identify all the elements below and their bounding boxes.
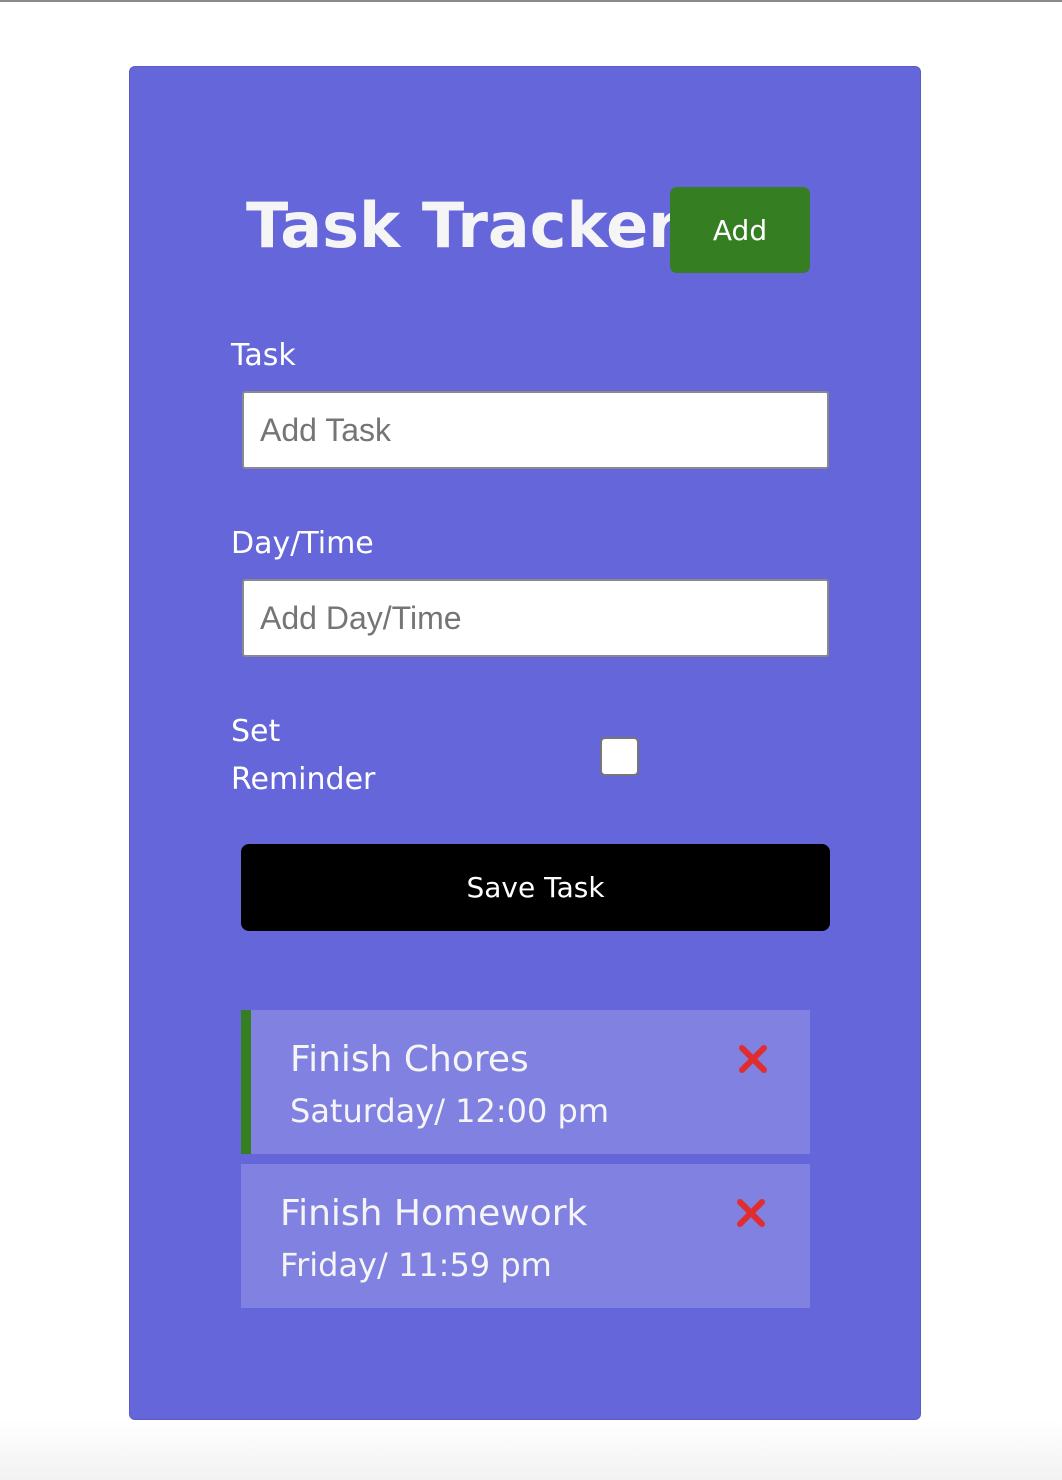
task-day-time: Friday/ 11:59 pm [280, 1246, 552, 1284]
window-top-border [0, 0, 1062, 2]
delete-x-icon[interactable] [736, 1042, 770, 1076]
app-header: Task Tracker Add [246, 187, 810, 275]
task-text: Finish Homework Friday/ 11:59 pm [280, 1188, 587, 1290]
task-text: Finish Chores Saturday/ 12:00 pm [290, 1034, 609, 1136]
task-name: Finish Homework [280, 1193, 588, 1234]
page-title: Task Tracker [246, 189, 679, 262]
task-item[interactable]: Finish Homework Friday/ 11:59 pm [241, 1164, 810, 1308]
reminder-checkbox[interactable] [600, 737, 639, 776]
task-item[interactable]: Finish Chores Saturday/ 12:00 pm [241, 1010, 810, 1154]
save-task-button[interactable]: Save Task [241, 844, 830, 931]
day-time-label: Day/Time [231, 526, 374, 561]
set-reminder-label-line2: Reminder [231, 762, 376, 797]
task-input[interactable] [242, 391, 829, 469]
task-day-time: Saturday/ 12:00 pm [290, 1092, 610, 1130]
task-label: Task [231, 338, 296, 373]
day-time-input[interactable] [242, 579, 829, 657]
set-reminder-label-line1: Set [231, 714, 281, 749]
add-button[interactable]: Add [670, 187, 810, 273]
page-bottom-shadow [0, 1420, 1062, 1480]
task-tracker-panel: Task Tracker Add Task Day/Time Set Remin… [129, 66, 921, 1420]
task-name: Finish Chores [290, 1039, 529, 1080]
delete-x-icon[interactable] [734, 1196, 768, 1230]
